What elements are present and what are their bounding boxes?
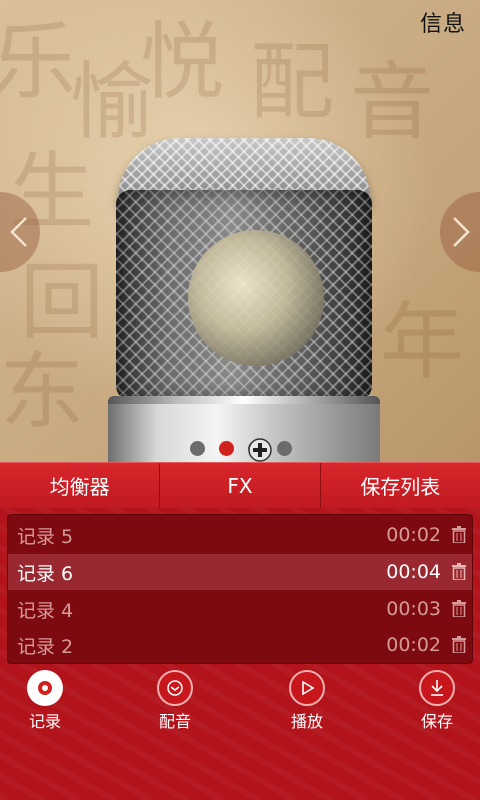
play-label: 播放	[290, 712, 323, 731]
play-button[interactable]: 播放	[272, 670, 342, 731]
tab-bar: 均衡器 FX 保存列表	[0, 462, 480, 508]
download-icon	[419, 670, 455, 706]
recording-duration: 00:02	[386, 524, 441, 546]
save-label: 保存	[420, 712, 453, 731]
background-calligraphy: 配	[250, 33, 335, 131]
record-label: 记录	[28, 712, 61, 731]
microphone-stage: 乐 愉 悦 配 音 生 回 东 年 信息	[0, 0, 480, 462]
trash-icon[interactable]	[452, 563, 466, 580]
dub-icon	[157, 670, 193, 706]
tab-saved-list[interactable]: 保存列表	[321, 463, 480, 508]
recording-row[interactable]: 记录 2 00:02	[8, 627, 472, 663]
prev-arrow-button[interactable]	[0, 192, 40, 272]
next-arrow-button[interactable]	[440, 192, 480, 272]
recording-name: 记录 2	[17, 635, 74, 658]
background-calligraphy: 悦	[140, 13, 225, 111]
recording-duration: 00:04	[386, 561, 441, 583]
page-dot[interactable]	[190, 440, 205, 456]
background-calligraphy: 东	[0, 343, 85, 441]
page-dot[interactable]	[277, 440, 292, 456]
background-calligraphy: 年	[380, 293, 465, 391]
trash-icon[interactable]	[452, 636, 466, 653]
recordings-list: 记录 5 00:02 记录 6 00:04 记录 4 00:03 记录 2 00…	[7, 514, 473, 664]
background-calligraphy: 音	[350, 53, 435, 151]
trash-icon[interactable]	[452, 526, 466, 543]
background-calligraphy: 回	[20, 253, 105, 351]
trash-icon[interactable]	[452, 600, 466, 617]
background-calligraphy: 乐	[0, 13, 77, 111]
microphone-image	[108, 138, 380, 462]
recording-name: 记录 5	[17, 525, 74, 548]
add-icon[interactable]	[248, 438, 272, 462]
background-calligraphy: 愉	[70, 53, 155, 151]
recording-name: 记录 6	[17, 562, 74, 585]
page-dot-active[interactable]	[219, 440, 234, 456]
recording-name: 记录 4	[17, 599, 74, 622]
bottom-toolbar: 记录 配音 播放 保存	[0, 670, 480, 731]
recording-row[interactable]: 记录 4 00:03	[8, 591, 472, 627]
microphone-capsule	[188, 230, 324, 366]
play-icon	[289, 670, 325, 706]
record-button[interactable]: 记录	[10, 670, 80, 731]
record-icon	[27, 670, 63, 706]
save-button[interactable]: 保存	[402, 670, 472, 731]
microphone-grille-body	[116, 190, 372, 400]
tab-equalizer[interactable]: 均衡器	[0, 463, 161, 508]
recording-row[interactable]: 记录 5 00:02	[8, 517, 472, 553]
chevron-left-icon	[10, 217, 27, 247]
tab-fx[interactable]: FX	[160, 463, 321, 508]
recording-duration: 00:02	[386, 634, 441, 656]
dub-button[interactable]: 配音	[140, 670, 210, 731]
recording-row-selected[interactable]: 记录 6 00:04	[8, 554, 472, 590]
dub-label: 配音	[158, 712, 191, 731]
chevron-right-icon	[453, 217, 470, 247]
info-link[interactable]: 信息	[420, 6, 466, 38]
recording-duration: 00:03	[386, 598, 441, 620]
page-indicator	[190, 440, 292, 456]
